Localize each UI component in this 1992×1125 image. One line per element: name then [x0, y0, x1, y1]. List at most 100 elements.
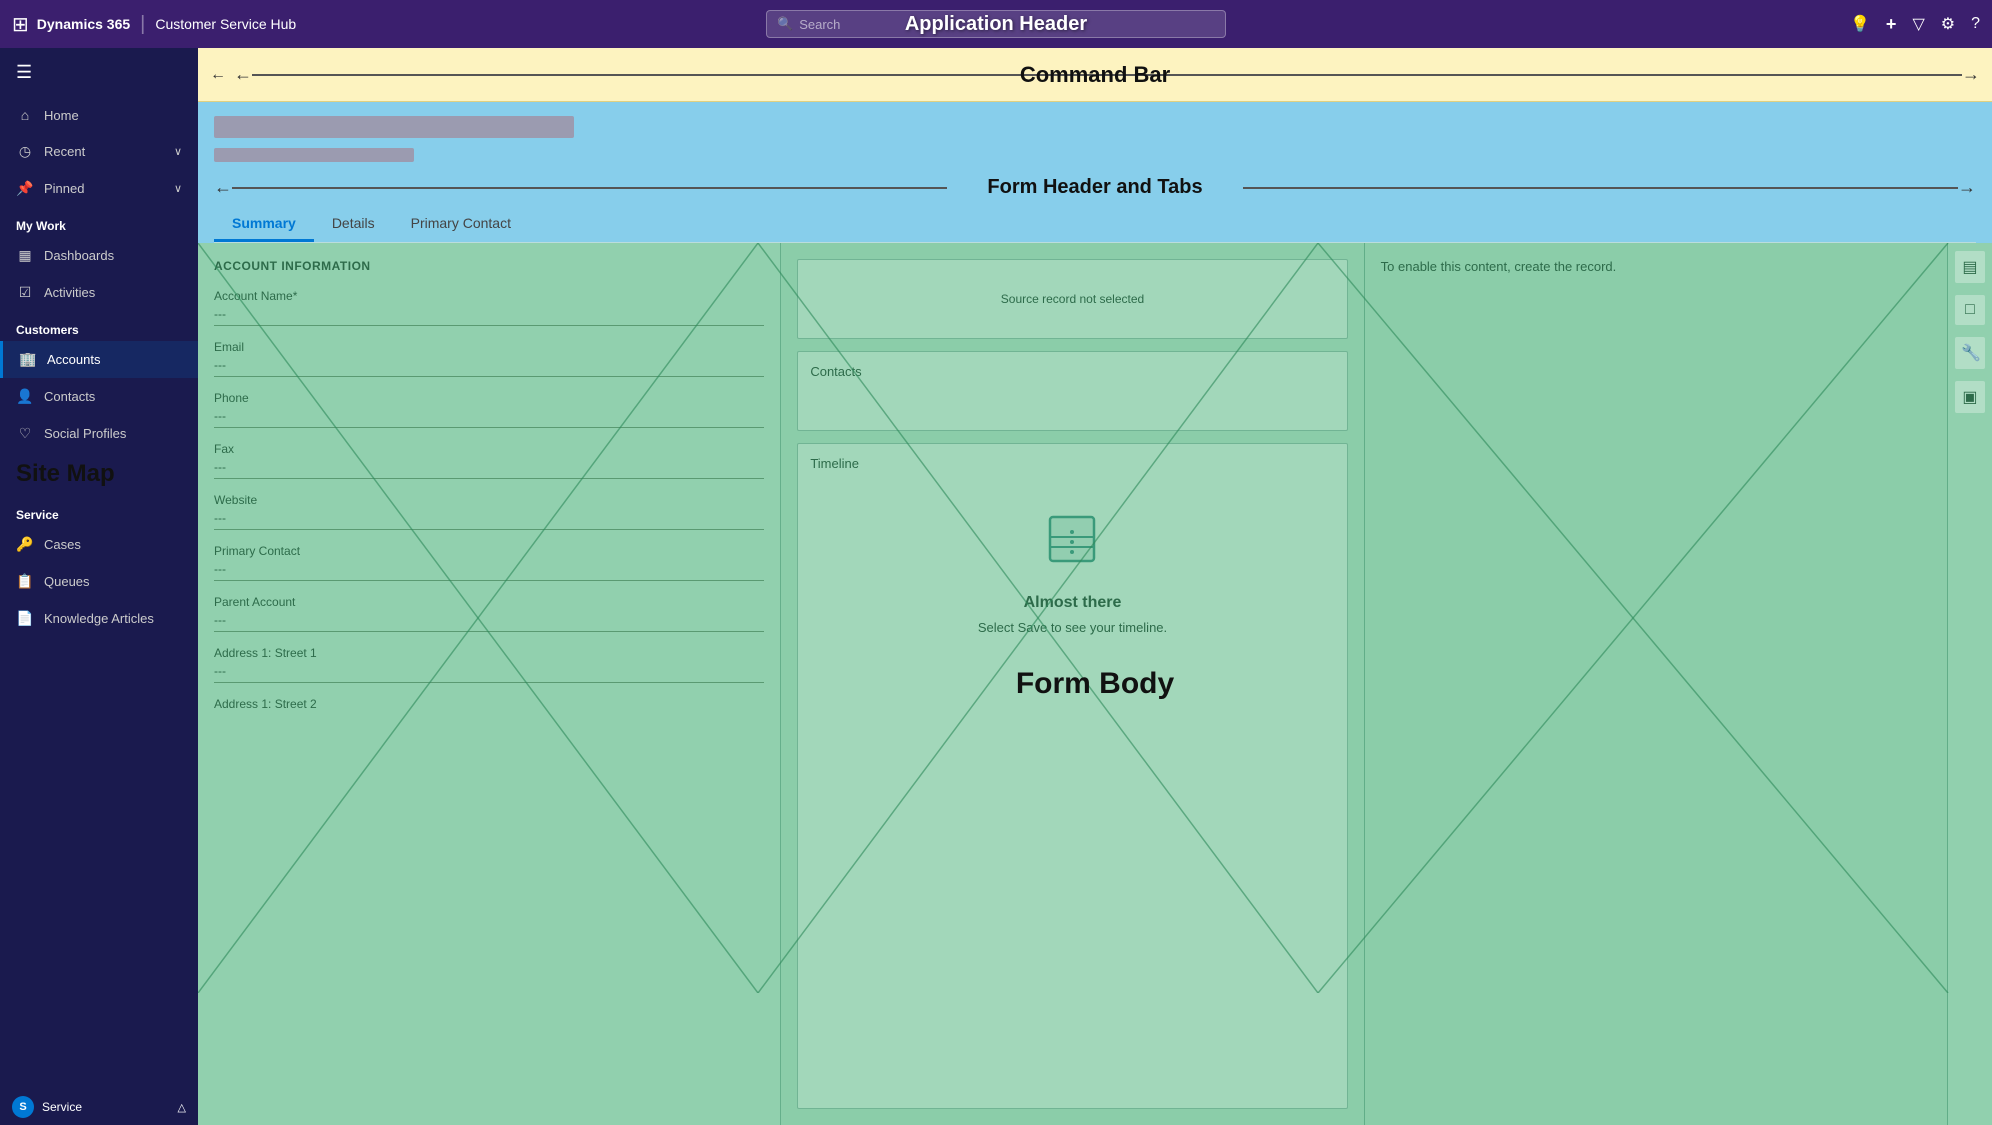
timeline-card-title: Timeline	[810, 456, 1334, 471]
form-tabs: Summary Details Primary Contact	[214, 207, 1976, 243]
sidebar: ☰ ⌂ Home ◷ Recent ∨ 📌 Pinned ∨ My Work ▦…	[0, 48, 198, 1125]
section-my-work: My Work	[0, 207, 198, 237]
field-underline	[214, 427, 764, 428]
command-bar-line-right	[1107, 74, 1962, 76]
field-label-fax: Fax	[214, 442, 764, 456]
sidebar-item-label: Recent	[44, 144, 85, 159]
accounts-icon: 🏢	[19, 351, 37, 368]
field-value-website[interactable]: ---	[214, 511, 764, 525]
waffle-icon[interactable]: ⊞	[12, 12, 29, 37]
user-avatar: S	[12, 1096, 34, 1118]
app-logo: Dynamics 365	[37, 16, 130, 32]
cases-icon: 🔑	[16, 536, 34, 553]
fh-line-right	[1243, 187, 1958, 189]
bottom-expand-icon[interactable]: △	[178, 1101, 186, 1114]
field-value-primary-contact[interactable]: ---	[214, 562, 764, 576]
sidebar-item-label: Social Profiles	[44, 426, 126, 441]
sidebar-item-home[interactable]: ⌂ Home	[0, 97, 198, 133]
command-bar-label: Command Bar	[1020, 62, 1170, 88]
contacts-card-title: Contacts	[810, 364, 1334, 379]
form-sidebar-icon-wrench[interactable]: 🔧	[1955, 337, 1985, 369]
dashboards-icon: ▦	[16, 247, 34, 264]
header-placeholder-bar	[214, 116, 574, 138]
field-underline	[214, 631, 764, 632]
field-value-phone[interactable]: ---	[214, 409, 764, 423]
sidebar-item-label: Home	[44, 108, 79, 123]
form-sidebar-icon-grid[interactable]: ▤	[1955, 251, 1985, 283]
sidebar-item-social-profiles[interactable]: ♡ Social Profiles	[0, 415, 198, 452]
form-sidebar-icon-box[interactable]: □	[1955, 295, 1985, 325]
field-value-parent-account[interactable]: ---	[214, 613, 764, 627]
form-header: ← Form Header and Tabs → Summary Details…	[198, 102, 1992, 243]
sidebar-item-queues[interactable]: 📋 Queues	[0, 563, 198, 600]
field-label-email: Email	[214, 340, 764, 354]
timeline-icon	[1042, 509, 1102, 582]
field-label-account-name: Account Name*	[214, 289, 764, 303]
recent-icon: ◷	[16, 143, 34, 160]
timeline-card: Timeline	[797, 443, 1347, 1109]
sidebar-item-activities[interactable]: ☑ Activities	[0, 274, 198, 311]
sidebar-item-recent[interactable]: ◷ Recent ∨	[0, 133, 198, 170]
form-header-arrows: ← Form Header and Tabs →	[214, 176, 1976, 199]
knowledge-icon: 📄	[16, 610, 34, 627]
chevron-down-icon: ∨	[174, 182, 182, 195]
bottom-bar: S Service △	[0, 1089, 198, 1125]
add-icon[interactable]: +	[1886, 14, 1897, 35]
sidebar-item-label: Accounts	[47, 352, 100, 367]
content-area: ← ← Command Bar → ← Form Header and Tabs…	[198, 48, 1992, 1125]
tab-primary-contact[interactable]: Primary Contact	[393, 207, 529, 242]
field-underline	[214, 580, 764, 581]
bottom-bar-text: Service	[42, 1100, 82, 1114]
field-underline	[214, 325, 764, 326]
contacts-card: Contacts	[797, 351, 1347, 431]
help-icon[interactable]: ?	[1971, 15, 1980, 33]
sidebar-item-accounts[interactable]: 🏢 Accounts	[0, 341, 198, 378]
form-left-column: ACCOUNT INFORMATION Account Name* --- Em…	[198, 243, 781, 1125]
form-sidebar-icon-table[interactable]: ▣	[1955, 381, 1985, 413]
activities-icon: ☑	[16, 284, 34, 301]
sidebar-item-label: Knowledge Articles	[44, 611, 154, 626]
pin-icon: 📌	[16, 180, 34, 197]
settings-icon[interactable]: ⚙	[1941, 14, 1955, 34]
social-icon: ♡	[16, 425, 34, 442]
sidebar-item-label: Queues	[44, 574, 90, 589]
tab-summary[interactable]: Summary	[214, 207, 314, 242]
filter-icon[interactable]: ▽	[1912, 14, 1924, 34]
account-info-title: ACCOUNT INFORMATION	[214, 259, 764, 273]
search-placeholder: Search	[799, 17, 840, 32]
form-body: Form Body ACCOUNT INFORMATION Account Na…	[198, 243, 1992, 1125]
enable-content-text: To enable this content, create the recor…	[1381, 259, 1931, 274]
command-bar-line	[252, 74, 1107, 76]
field-value-account-name[interactable]: ---	[214, 307, 764, 321]
field-value-address-street1[interactable]: ---	[214, 664, 764, 678]
lightbulb-icon[interactable]: 💡	[1850, 14, 1870, 34]
hub-name: Customer Service Hub	[155, 16, 296, 32]
form-right-column: To enable this content, create the recor…	[1365, 243, 1948, 1125]
field-label-primary-contact: Primary Contact	[214, 544, 764, 558]
sidebar-item-pinned[interactable]: 📌 Pinned ∨	[0, 170, 198, 207]
field-label-parent-account: Parent Account	[214, 595, 764, 609]
source-record-text: Source record not selected	[810, 272, 1334, 326]
sidebar-item-cases[interactable]: 🔑 Cases	[0, 526, 198, 563]
back-button[interactable]: ←	[210, 66, 226, 84]
app-header: ⊞ Dynamics 365 | Customer Service Hub 🔍 …	[0, 0, 1992, 48]
fh-line	[232, 187, 947, 189]
source-record-card: Source record not selected	[797, 259, 1347, 339]
home-icon: ⌂	[16, 107, 34, 123]
chevron-down-icon: ∨	[174, 145, 182, 158]
field-value-email[interactable]: ---	[214, 358, 764, 372]
sidebar-item-label: Dashboards	[44, 248, 114, 263]
sidebar-item-dashboards[interactable]: ▦ Dashboards	[0, 237, 198, 274]
tab-details[interactable]: Details	[314, 207, 393, 242]
field-label-phone: Phone	[214, 391, 764, 405]
sidebar-item-knowledge-articles[interactable]: 📄 Knowledge Articles	[0, 600, 198, 637]
field-label-address-street2: Address 1: Street 2	[214, 697, 764, 711]
field-value-fax[interactable]: ---	[214, 460, 764, 474]
site-map-label: Site Map	[0, 452, 198, 496]
fh-arrow-right-icon: →	[1958, 177, 1976, 198]
search-bar[interactable]: 🔍 Search	[766, 10, 1226, 38]
sidebar-item-contacts[interactable]: 👤 Contacts	[0, 378, 198, 415]
sidebar-toggle[interactable]: ☰	[0, 48, 198, 97]
header-icons: 💡 + ▽ ⚙ ?	[1850, 14, 1980, 35]
arrow-left-icon: ←	[234, 64, 252, 85]
